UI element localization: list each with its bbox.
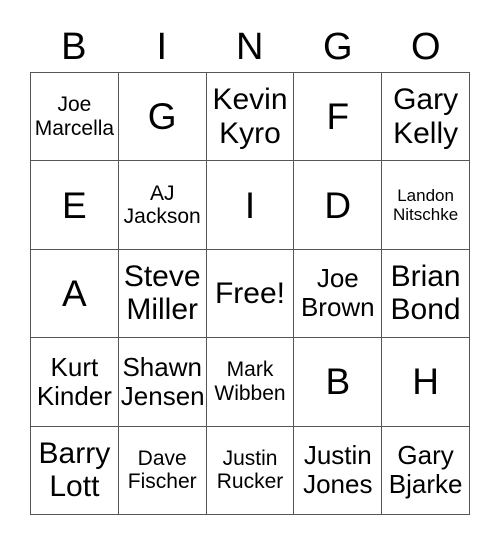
bingo-free-space-label: Free! bbox=[214, 276, 285, 310]
bingo-header: B I N G O bbox=[30, 22, 470, 72]
bingo-cell-r2c3[interactable]: I bbox=[206, 161, 295, 250]
bingo-cell-label: Joe Marcella bbox=[34, 93, 115, 140]
bingo-cell-r1c2[interactable]: G bbox=[118, 73, 207, 162]
bingo-header-letter-b: B bbox=[61, 26, 87, 68]
bingo-cell-r2c5[interactable]: Landon Nitschke bbox=[382, 161, 470, 250]
bingo-cell-label: Kurt Kinder bbox=[36, 351, 112, 411]
bingo-cell-r3c1[interactable]: A bbox=[31, 249, 119, 339]
bingo-cell-r4c5[interactable]: H bbox=[382, 338, 470, 427]
bingo-cell-label: Shawn Jensen bbox=[120, 351, 205, 411]
bingo-cell-r5c1[interactable]: Barry Lott bbox=[31, 426, 119, 515]
bingo-header-letter-g: G bbox=[322, 26, 354, 68]
bingo-cell-label: D bbox=[324, 184, 352, 226]
bingo-cell-r2c1[interactable]: E bbox=[31, 161, 119, 250]
bingo-cell-r3c2[interactable]: Steve Miller bbox=[118, 249, 207, 339]
bingo-cell-r5c4[interactable]: Justin Jones bbox=[294, 426, 383, 515]
bingo-cell-r4c4[interactable]: B bbox=[294, 338, 383, 427]
bingo-cell-label: E bbox=[62, 184, 87, 226]
bingo-cell-r1c5[interactable]: Gary Kelly bbox=[382, 73, 470, 162]
bingo-header-letter-i: I bbox=[156, 26, 168, 68]
bingo-cell-r5c5[interactable]: Gary Bjarke bbox=[382, 426, 470, 515]
bingo-cell-r4c1[interactable]: Kurt Kinder bbox=[31, 338, 119, 427]
bingo-cell-r2c2[interactable]: AJ Jackson bbox=[118, 161, 207, 250]
bingo-cell-label: Dave Fischer bbox=[127, 446, 197, 494]
bingo-cell-r1c1[interactable]: Joe Marcella bbox=[31, 73, 119, 162]
bingo-cell-label: Steve Miller bbox=[123, 259, 201, 327]
bingo-cell-r4c3[interactable]: Mark Wibben bbox=[206, 338, 295, 427]
bingo-cell-label: Justin Jones bbox=[303, 440, 373, 500]
bingo-cell-label: Mark Wibben bbox=[214, 358, 286, 405]
bingo-cell-label: Barry Lott bbox=[38, 436, 111, 504]
bingo-cell-label: I bbox=[244, 184, 256, 226]
bingo-card: B I N G O Joe Marcella G Kevin Kyro F Ga… bbox=[0, 0, 500, 544]
bingo-cell-free-space[interactable]: Free! bbox=[206, 249, 295, 339]
bingo-header-letter-n: N bbox=[236, 26, 264, 68]
bingo-cell-label: Brian Bond bbox=[390, 259, 461, 327]
bingo-cell-label: Gary Kelly bbox=[393, 83, 459, 150]
bingo-grid: Joe Marcella G Kevin Kyro F Gary Kelly E… bbox=[30, 72, 470, 515]
bingo-cell-r4c2[interactable]: Shawn Jensen bbox=[118, 338, 207, 427]
bingo-cell-label: AJ Jackson bbox=[123, 181, 201, 229]
bingo-cell-r1c3[interactable]: Kevin Kyro bbox=[206, 73, 295, 162]
bingo-cell-r3c5[interactable]: Brian Bond bbox=[382, 249, 470, 339]
bingo-cell-r1c4[interactable]: F bbox=[294, 73, 383, 162]
bingo-cell-label: F bbox=[326, 96, 350, 138]
bingo-cell-label: Kevin Kyro bbox=[212, 83, 288, 150]
bingo-header-letter-o: O bbox=[410, 26, 442, 68]
bingo-cell-r2c4[interactable]: D bbox=[294, 161, 383, 250]
bingo-cell-label: Landon Nitschke bbox=[393, 186, 459, 225]
bingo-cell-label: Gary Bjarke bbox=[388, 440, 463, 500]
bingo-cell-r5c3[interactable]: Justin Rucker bbox=[206, 426, 295, 515]
bingo-cell-label: Justin Rucker bbox=[216, 446, 284, 494]
bingo-cell-label: Joe Brown bbox=[300, 263, 375, 323]
bingo-cell-label: A bbox=[62, 272, 87, 314]
bingo-cell-r5c2[interactable]: Dave Fischer bbox=[118, 426, 207, 515]
bingo-cell-r3c4[interactable]: Joe Brown bbox=[294, 249, 383, 339]
bingo-cell-label: G bbox=[147, 96, 177, 138]
bingo-cell-label: H bbox=[412, 361, 439, 403]
bingo-cell-label: B bbox=[325, 361, 351, 403]
